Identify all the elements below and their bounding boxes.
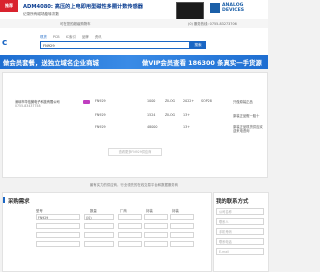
row-model[interactable]: FN929 (95, 113, 106, 117)
header-package: 封装 (146, 209, 153, 213)
qty-input-1[interactable]: (片) (84, 214, 114, 220)
title-accent (3, 197, 5, 203)
package-input-2[interactable] (144, 223, 168, 229)
form-title: 采购需求 (8, 199, 30, 205)
email-field[interactable]: E-mail (216, 248, 264, 255)
supplier-listing: 深圳市华信微电子科技有限公司 0755-83437758 FN929 1000 … (2, 72, 268, 178)
ad-subtitle: 记录所有磁场旋转次数 (23, 12, 59, 16)
package-input-3[interactable] (144, 232, 168, 238)
promo-banner-right-text: 做VIP会员查看 186300 条真实一手货源 (142, 59, 262, 67)
more-suppliers-link[interactable]: 查看更多FN929供应商 (108, 148, 162, 156)
maker-input-2[interactable] (118, 223, 142, 229)
row-brand: ZILOG (165, 113, 176, 117)
tab-brand[interactable]: 品牌 (82, 35, 89, 39)
model-input-4[interactable] (36, 241, 80, 247)
package2-input-4[interactable] (170, 241, 194, 247)
tab-ic-index[interactable]: IC索引 (66, 35, 76, 39)
maker-input-4[interactable] (118, 241, 142, 247)
tab-stock[interactable]: 现货 (40, 35, 47, 39)
contact-person-field[interactable]: 联系人 (216, 218, 264, 225)
mobile-field[interactable]: 手机号码 (216, 228, 264, 235)
row-year: 13+ (183, 125, 190, 129)
tab-pcb[interactable]: PCB (53, 35, 60, 39)
package-input-1[interactable] (144, 214, 168, 220)
phone-field[interactable]: 联系电话 (216, 238, 264, 245)
model-input-1[interactable]: FN929 (36, 214, 80, 220)
qty-input-4[interactable] (84, 241, 114, 247)
qty-input-2[interactable] (84, 223, 114, 229)
header-qty: 数量 (90, 209, 97, 213)
company-field[interactable]: 公司名称 (216, 208, 264, 215)
brand-line2: DEVICES (222, 8, 245, 13)
row-model[interactable]: FN929 (95, 99, 106, 103)
qty-input-3[interactable] (84, 232, 114, 238)
site-logo[interactable]: c (2, 38, 7, 48)
row-qty: 1000 (147, 99, 156, 103)
row-brand: ZILOG (165, 99, 176, 103)
utility-right-text[interactable]: (0) 服务热线: 0755-83273706 (188, 21, 237, 26)
promo-banner-left-text: 做会员套餐，送独立域名企业商城 (3, 59, 99, 67)
maker-input-1[interactable] (118, 214, 142, 220)
tab-news[interactable]: 资讯 (95, 35, 102, 39)
header-maker: 厂商 (120, 209, 127, 213)
platform-notice: 最有实力的供应商，行业领先的在线交易平台和数据服务商 (89, 183, 179, 187)
analog-devices-logo-icon (210, 3, 220, 13)
brand-logo-text: ANALOG DEVICES (222, 3, 244, 13)
ad-title[interactable]: ADM4080: 高压的上电即用型磁性多圈计数传感器 (23, 3, 143, 10)
search-tabs: 现货 PCB IC索引 品牌 资讯 (40, 34, 107, 39)
contact-title: 我的联系方式 (216, 199, 249, 205)
search-button[interactable]: 搜索 (190, 41, 206, 49)
row-note: 只做原装正品 (233, 100, 253, 104)
chip-image (176, 2, 204, 20)
package2-input-3[interactable] (170, 232, 194, 238)
header-package-2: 封装 (172, 209, 179, 213)
row-model[interactable]: FN929 (95, 125, 106, 129)
row-note: 原装正品现货供应欢迎来电咨询 (233, 125, 263, 133)
seller-phone: 0755-83437758 (15, 104, 41, 108)
row-package: SOP28 (201, 99, 212, 103)
model-input-2[interactable] (36, 223, 80, 229)
package-input-4[interactable] (144, 241, 168, 247)
package2-input-2[interactable] (170, 223, 194, 229)
maker-input-3[interactable] (118, 232, 142, 238)
row-qty: 1524 (147, 113, 156, 117)
ad-tag: 推荐 (0, 0, 18, 12)
search-input[interactable]: FN929 (40, 41, 190, 49)
row-year: 2022+ (183, 99, 195, 103)
row-year: 13+ (183, 113, 190, 117)
model-input-3[interactable] (36, 232, 80, 238)
vip-badge-icon (83, 100, 90, 104)
package2-input-1[interactable] (170, 214, 194, 220)
utility-left-text[interactable]: 可在您的超级购物车 (60, 21, 91, 26)
row-qty: 48000 (147, 125, 158, 129)
header-model: 型号 (36, 209, 43, 213)
row-note: 原装正品假一赔十 (233, 114, 260, 118)
